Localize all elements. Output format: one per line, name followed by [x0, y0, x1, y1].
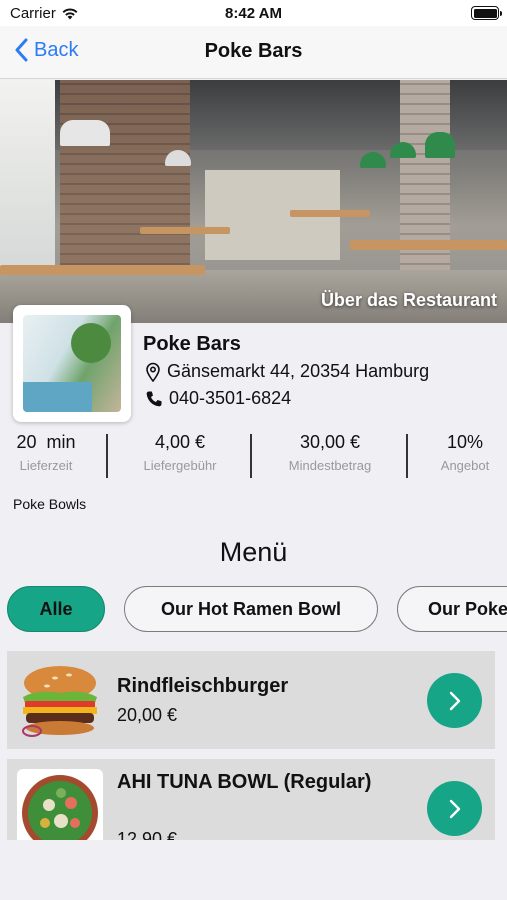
stat-value: 30,00 €	[299, 432, 361, 452]
stat-value: 20 min	[16, 432, 76, 452]
navigation-bar: Back Poke Bars	[0, 26, 507, 79]
chevron-right-icon	[449, 799, 460, 818]
stat-delivery-time: 20 min Lieferzeit	[0, 432, 92, 473]
restaurant-phone[interactable]: 040-3501-6824	[169, 388, 291, 409]
phone-row[interactable]: 040-3501-6824	[145, 388, 291, 409]
tuna-bowl-image	[17, 769, 103, 840]
restaurant-thumbnail	[13, 305, 131, 422]
address-row: Gänsemarkt 44, 20354 Hamburg	[145, 361, 429, 382]
menu-item-list: Rindfleischburger 20,00 € AHI TUNA BOWL …	[0, 649, 507, 840]
stat-offer: 10% Angebot	[425, 432, 505, 473]
stat-divider	[406, 434, 408, 478]
stat-label: Lieferzeit	[19, 458, 73, 473]
status-time: 8:42 AM	[225, 5, 282, 22]
restaurant-info: Poke Bars Gänsemarkt 44, 20354 Hamburg 0…	[0, 305, 507, 533]
menu-item[interactable]: AHI TUNA BOWL (Regular) 12,90 €	[7, 759, 495, 840]
stat-label: Mindestbetrag	[288, 458, 372, 473]
stat-minimum-order: 30,00 € Mindestbetrag	[260, 432, 400, 473]
menu-item[interactable]: Rindfleischburger 20,00 €	[7, 651, 495, 749]
status-bar: Carrier 8:42 AM	[0, 0, 507, 26]
bottom-area	[0, 840, 507, 900]
menu-title: Menü	[219, 537, 288, 567]
menu-item-open-button[interactable]	[427, 673, 482, 728]
menu-item-name: AHI TUNA BOWL (Regular)	[117, 771, 372, 793]
battery-icon	[471, 6, 502, 20]
category-chip-all[interactable]: Alle	[7, 586, 105, 632]
cuisine-tags: Poke Bowls	[13, 496, 87, 512]
about-restaurant-link[interactable]: Über das Restaurant	[321, 290, 497, 311]
menu-item-price: 12,90 €	[117, 829, 178, 840]
menu-item-open-button[interactable]	[427, 781, 482, 836]
stat-divider	[250, 434, 252, 478]
menu-item-price: 20,00 €	[117, 705, 178, 725]
menu-item-name: Rindfleischburger	[117, 675, 289, 697]
stat-value: 10%	[446, 432, 484, 452]
stat-divider	[106, 434, 108, 478]
category-filter: Alle Our Hot Ramen Bowl Our Poke Bowls	[0, 586, 507, 634]
chevron-right-icon	[449, 691, 460, 710]
burger-image	[17, 661, 103, 739]
restaurant-name: Poke Bars	[143, 333, 241, 355]
stat-label: Angebot	[440, 458, 490, 473]
category-chip-hot-ramen-bowl[interactable]: Our Hot Ramen Bowl	[124, 586, 378, 632]
phone-icon	[146, 391, 162, 406]
stat-label: Liefergebühr	[143, 458, 217, 473]
restaurant-address: Gänsemarkt 44, 20354 Hamburg	[167, 361, 430, 381]
category-chip-poke-bowls[interactable]: Our Poke Bowls	[397, 586, 507, 632]
stat-delivery-fee: 4,00 € Liefergebühr	[115, 432, 245, 473]
restaurant-hero-image[interactable]: Über das Restaurant	[0, 80, 507, 323]
delivery-stats: 20 min Lieferzeit 4,00 € Liefergebühr 30…	[0, 432, 507, 482]
stat-value: 4,00 €	[154, 432, 206, 452]
page-title: Poke Bars	[204, 40, 303, 62]
location-pin-icon	[146, 362, 160, 382]
